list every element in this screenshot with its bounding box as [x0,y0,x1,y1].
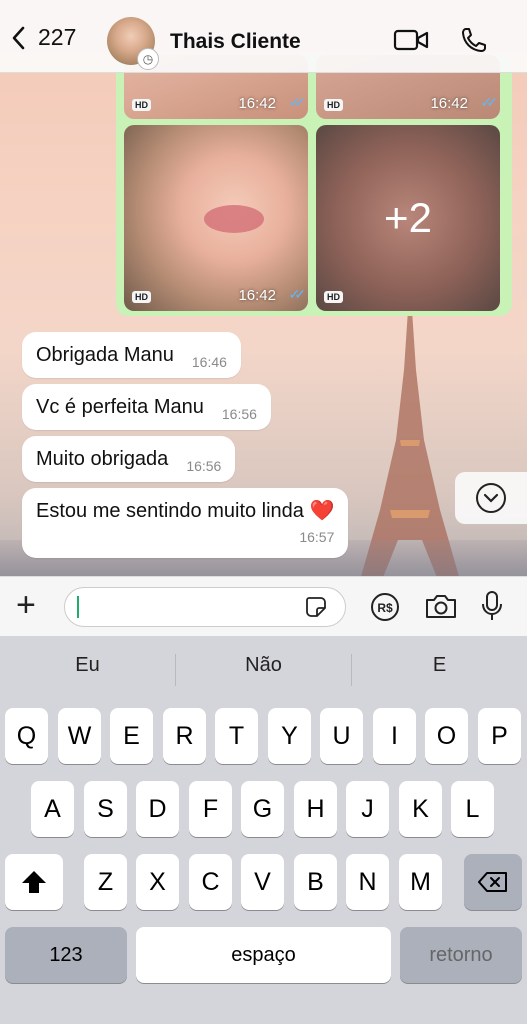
scroll-to-bottom-button[interactable] [455,472,527,524]
key[interactable]: Q [5,708,48,764]
read-ticks-icon: ✓✓ [480,94,499,110]
suggestion-item[interactable]: Eu [0,654,175,677]
incoming-message[interactable]: Estou me sentindo muito linda ❤️ 16:57 [22,488,349,558]
media-thumbnail-more[interactable]: +2 HD [316,125,500,311]
key[interactable]: R [163,708,206,764]
key[interactable]: U [320,708,363,764]
key[interactable]: W [58,708,101,764]
shift-icon [22,871,46,893]
incoming-message[interactable]: Obrigada Manu 16:46 [22,332,241,378]
key[interactable]: H [294,781,337,837]
sticker-icon[interactable] [305,596,327,618]
message-time: 16:46 [191,354,227,370]
key[interactable]: Z [84,854,127,910]
message-time: 16:56 [221,406,257,422]
on-screen-keyboard: Eu Não E Q W E R T Y U I O P A S D F G H… [0,636,527,1024]
delete-icon [478,872,507,892]
chevron-left-icon [12,26,25,49]
return-key-label: retorno [429,943,493,966]
read-ticks-icon: ✓✓ [288,94,307,110]
hd-badge: HD [324,99,343,111]
key[interactable]: M [399,854,442,910]
delete-key[interactable] [464,854,522,910]
key[interactable]: B [294,854,337,910]
shift-key[interactable] [5,854,63,910]
hd-badge: HD [132,99,151,111]
pix-payment-icon[interactable]: R$ [370,592,400,622]
message-input[interactable] [64,587,346,627]
contact-name[interactable]: Thais Cliente [170,30,301,54]
key[interactable]: C [189,854,232,910]
key[interactable]: N [346,854,389,910]
return-key[interactable]: retorno [400,927,522,983]
message-text: Muito obrigada [36,447,169,470]
key[interactable]: L [451,781,494,837]
incoming-message[interactable]: Muito obrigada 16:56 [22,436,236,482]
key[interactable]: A [31,781,74,837]
media-time: 16:42 [430,95,468,112]
unread-count: 227 [38,24,77,50]
microphone-icon[interactable] [480,590,504,622]
numbers-key-label: 123 [49,943,83,966]
key[interactable]: S [84,781,127,837]
key[interactable]: J [346,781,389,837]
message-text: Vc é perfeita Manu [36,395,204,418]
hd-badge: HD [324,291,343,303]
key[interactable]: E [110,708,153,764]
space-key-label: espaço [231,943,296,966]
message-time: 16:57 [299,529,335,545]
message-text: Obrigada Manu [36,343,174,366]
back-button[interactable]: 227 [10,24,76,51]
incoming-message[interactable]: Vc é perfeita Manu 16:56 [22,384,271,430]
key[interactable]: P [478,708,521,764]
key[interactable]: G [241,781,284,837]
media-time: 16:42 [238,287,276,304]
key[interactable]: Y [268,708,311,764]
key[interactable]: K [399,781,442,837]
suggestion-item[interactable]: E [352,654,527,677]
numbers-key[interactable]: 123 [5,927,127,983]
message-text: Estou me sentindo muito linda ❤️ [36,500,335,522]
media-thumbnail[interactable]: HD 16:42 ✓✓ [124,125,308,311]
video-call-icon[interactable] [393,28,429,52]
timer-icon: ◷ [137,48,159,70]
key[interactable]: I [373,708,416,764]
key[interactable]: T [215,708,258,764]
key[interactable]: F [189,781,232,837]
plus-icon[interactable]: + [16,588,36,622]
key[interactable]: D [136,781,179,837]
read-ticks-icon: ✓✓ [288,286,307,302]
key[interactable]: V [241,854,284,910]
chevron-down-circle-icon [476,483,506,513]
text-caret [77,596,79,618]
space-key[interactable]: espaço [136,927,391,983]
message-time: 16:56 [186,458,222,474]
suggestion-item[interactable]: Não [176,654,351,677]
chat-header: 227 ◷ Thais Cliente [0,0,527,73]
svg-text:R$: R$ [377,601,393,615]
photo-content [204,205,264,233]
phone-icon[interactable] [460,26,488,54]
key[interactable]: X [136,854,179,910]
camera-icon[interactable] [424,592,458,620]
more-media-count: +2 [384,194,432,241]
key[interactable]: O [425,708,468,764]
hd-badge: HD [132,291,151,303]
media-time: 16:42 [238,95,276,112]
